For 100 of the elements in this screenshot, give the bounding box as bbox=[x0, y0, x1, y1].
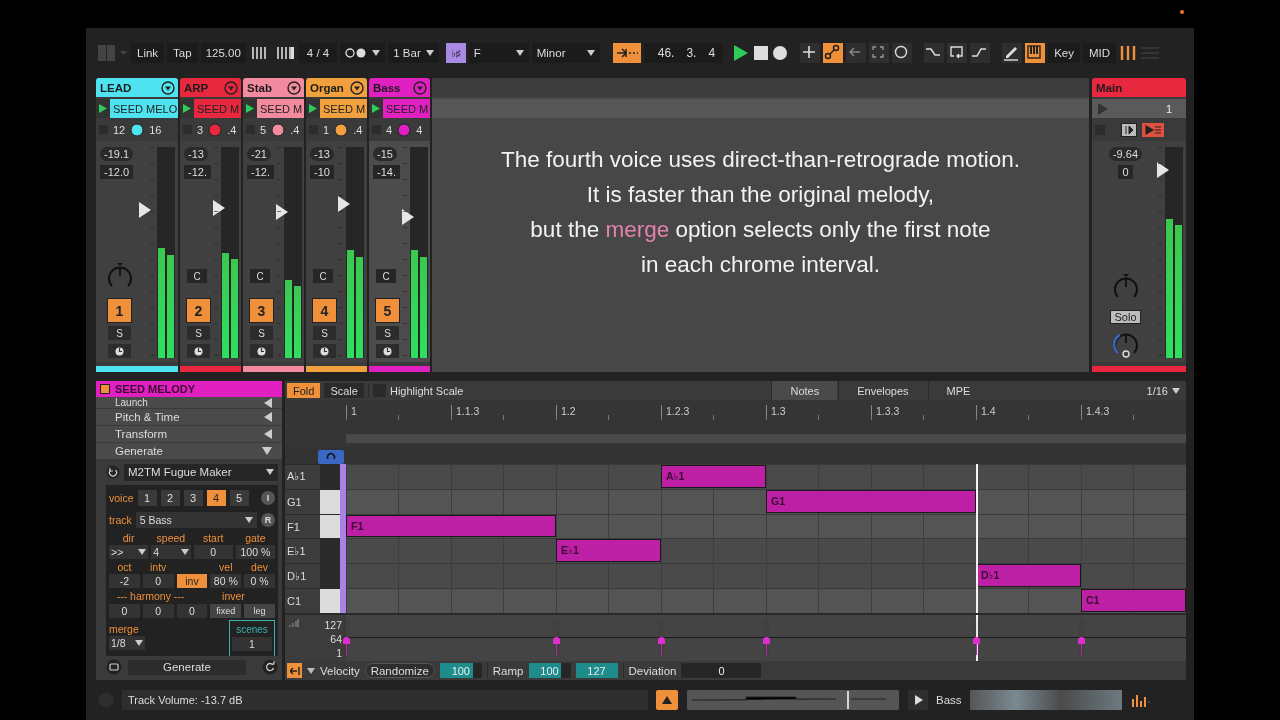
position-display[interactable]: 46. 3. 4 bbox=[643, 43, 724, 63]
plus-icon[interactable] bbox=[800, 43, 821, 63]
piano-key[interactable] bbox=[320, 489, 340, 514]
follow-button[interactable] bbox=[612, 43, 641, 63]
parameter-field[interactable]: -2 bbox=[109, 574, 140, 588]
pan-field[interactable]: C bbox=[376, 269, 396, 283]
cue-button[interactable] bbox=[313, 344, 336, 358]
piano-key[interactable] bbox=[320, 589, 340, 614]
parameter-field[interactable]: 0 bbox=[193, 545, 233, 559]
fader-thumb[interactable] bbox=[338, 196, 350, 212]
track-header[interactable]: LEAD bbox=[96, 78, 178, 97]
play-track-icon[interactable] bbox=[908, 690, 928, 710]
velocity-marker[interactable] bbox=[553, 637, 560, 656]
clip-slot[interactable]: SEED M bbox=[194, 99, 241, 118]
piano-keys-icon[interactable] bbox=[1025, 43, 1046, 63]
track-header[interactable]: Bass bbox=[369, 78, 430, 97]
clip-slot[interactable]: SEED M bbox=[320, 99, 367, 118]
voice-button[interactable]: 4 bbox=[206, 490, 226, 506]
clip-slot[interactable]: SEED MELO bbox=[110, 99, 178, 118]
midi-map-button[interactable]: MID bbox=[1082, 43, 1117, 63]
value-slider-field[interactable]: 0 bbox=[681, 663, 762, 679]
loop-icon[interactable] bbox=[947, 43, 968, 63]
metronome-dropdown[interactable] bbox=[340, 43, 386, 63]
info-button[interactable]: I bbox=[261, 491, 275, 505]
volume-field[interactable]: -12.0 bbox=[100, 165, 134, 179]
track-activator-button[interactable]: 1 bbox=[108, 299, 131, 322]
velocity-marker[interactable] bbox=[763, 637, 770, 656]
section-header[interactable]: Pitch & Time bbox=[96, 409, 282, 425]
generate-button[interactable]: Generate bbox=[128, 659, 246, 675]
solo-button[interactable]: S bbox=[313, 326, 336, 340]
cue-button[interactable] bbox=[376, 344, 399, 358]
section-header[interactable]: Transform bbox=[96, 426, 282, 442]
device-power-icon[interactable] bbox=[106, 465, 120, 479]
pan-field[interactable]: C bbox=[250, 269, 270, 283]
section-header[interactable]: Generate bbox=[96, 443, 282, 459]
voice-button[interactable]: 1 bbox=[137, 490, 157, 506]
dropdown-icon[interactable] bbox=[350, 80, 364, 95]
voice-button[interactable]: 5 bbox=[229, 490, 249, 506]
fader-thumb[interactable] bbox=[212, 200, 225, 217]
time-signature-field[interactable]: 4 / 4 bbox=[298, 43, 338, 63]
pencil-icon[interactable] bbox=[1002, 43, 1023, 63]
track-header[interactable]: Stab bbox=[243, 78, 304, 97]
clip-slot[interactable]: SEED M bbox=[383, 99, 430, 118]
cue-button[interactable] bbox=[108, 344, 131, 358]
main-track-header[interactable]: Main bbox=[1092, 78, 1186, 97]
track-header[interactable]: Organ bbox=[306, 78, 367, 97]
track-dropdown[interactable]: 5 Bass bbox=[135, 512, 257, 528]
parameter-dropdown[interactable]: >> bbox=[109, 545, 149, 559]
track-activator-button[interactable]: 3 bbox=[250, 299, 273, 322]
value-slider-field[interactable]: 100 bbox=[528, 663, 571, 679]
grid-dropdown[interactable]: 1/16 bbox=[1146, 384, 1180, 397]
toggle-button[interactable]: fixed bbox=[210, 604, 242, 618]
solo-button[interactable]: S bbox=[108, 326, 131, 340]
scale-dropdown[interactable]: Minor bbox=[531, 43, 600, 63]
track-activator-button[interactable]: 2 bbox=[187, 299, 210, 322]
volume-field[interactable]: -10 bbox=[310, 165, 334, 179]
scale-mode-button[interactable]: ♭♯ bbox=[445, 43, 466, 63]
velocity-marker[interactable] bbox=[343, 637, 350, 656]
value-slider-field[interactable]: 100 bbox=[439, 663, 482, 679]
reset-button[interactable]: R bbox=[261, 513, 275, 527]
stop-icon[interactable] bbox=[753, 45, 770, 61]
track-activator-button[interactable]: 5 bbox=[376, 299, 399, 322]
mixer-bars-icon[interactable] bbox=[1119, 44, 1138, 62]
toggle-button[interactable]: inv bbox=[176, 574, 208, 588]
fader-thumb[interactable] bbox=[1157, 162, 1169, 179]
dropdown-icon[interactable] bbox=[161, 80, 175, 95]
clip-slot[interactable]: SEED M bbox=[257, 99, 304, 118]
velocity-marker[interactable] bbox=[658, 637, 665, 656]
parameter-field[interactable]: 0 bbox=[142, 574, 174, 588]
randomize-button[interactable]: Randomize bbox=[364, 663, 435, 679]
tap-button[interactable]: Tap bbox=[167, 43, 198, 63]
cue-button[interactable] bbox=[250, 344, 273, 358]
pan-field[interactable]: C bbox=[187, 269, 207, 283]
toggle-button[interactable]: leg bbox=[244, 604, 275, 618]
voice-button[interactable]: 2 bbox=[160, 490, 180, 506]
automation-icon[interactable] bbox=[823, 43, 844, 63]
parameter-field[interactable]: 100 % bbox=[235, 545, 275, 559]
crossfade-icon[interactable] bbox=[1121, 122, 1137, 137]
refresh-icon[interactable] bbox=[262, 659, 278, 675]
punch-out-icon[interactable] bbox=[970, 43, 991, 63]
punch-in-icon[interactable] bbox=[924, 43, 945, 63]
cue-button[interactable] bbox=[187, 344, 210, 358]
root-note-dropdown[interactable]: F bbox=[468, 43, 529, 63]
parameter-field[interactable]: 0 bbox=[109, 604, 140, 618]
fader-thumb[interactable] bbox=[401, 208, 414, 225]
piano-key[interactable] bbox=[320, 514, 340, 539]
dropdown-icon[interactable] bbox=[287, 80, 301, 95]
solo-button[interactable]: S bbox=[187, 326, 210, 340]
volume-field[interactable]: -12. bbox=[184, 165, 211, 179]
arrangement-overview[interactable] bbox=[686, 689, 900, 711]
key-map-button[interactable]: Key bbox=[1048, 43, 1080, 63]
scenes-field[interactable]: 1 bbox=[232, 637, 272, 651]
velocity-marker[interactable] bbox=[1078, 637, 1085, 656]
track-header[interactable]: ARP bbox=[180, 78, 241, 97]
quantization-dropdown[interactable]: 1 Bar bbox=[388, 43, 439, 63]
velocity-marker[interactable] bbox=[973, 637, 980, 656]
volume-field[interactable]: -14. bbox=[373, 165, 400, 179]
fold-button[interactable]: Fold bbox=[287, 383, 321, 398]
volume-field[interactable]: 0 bbox=[1118, 165, 1133, 179]
parameter-field[interactable]: 0 % bbox=[244, 574, 275, 588]
